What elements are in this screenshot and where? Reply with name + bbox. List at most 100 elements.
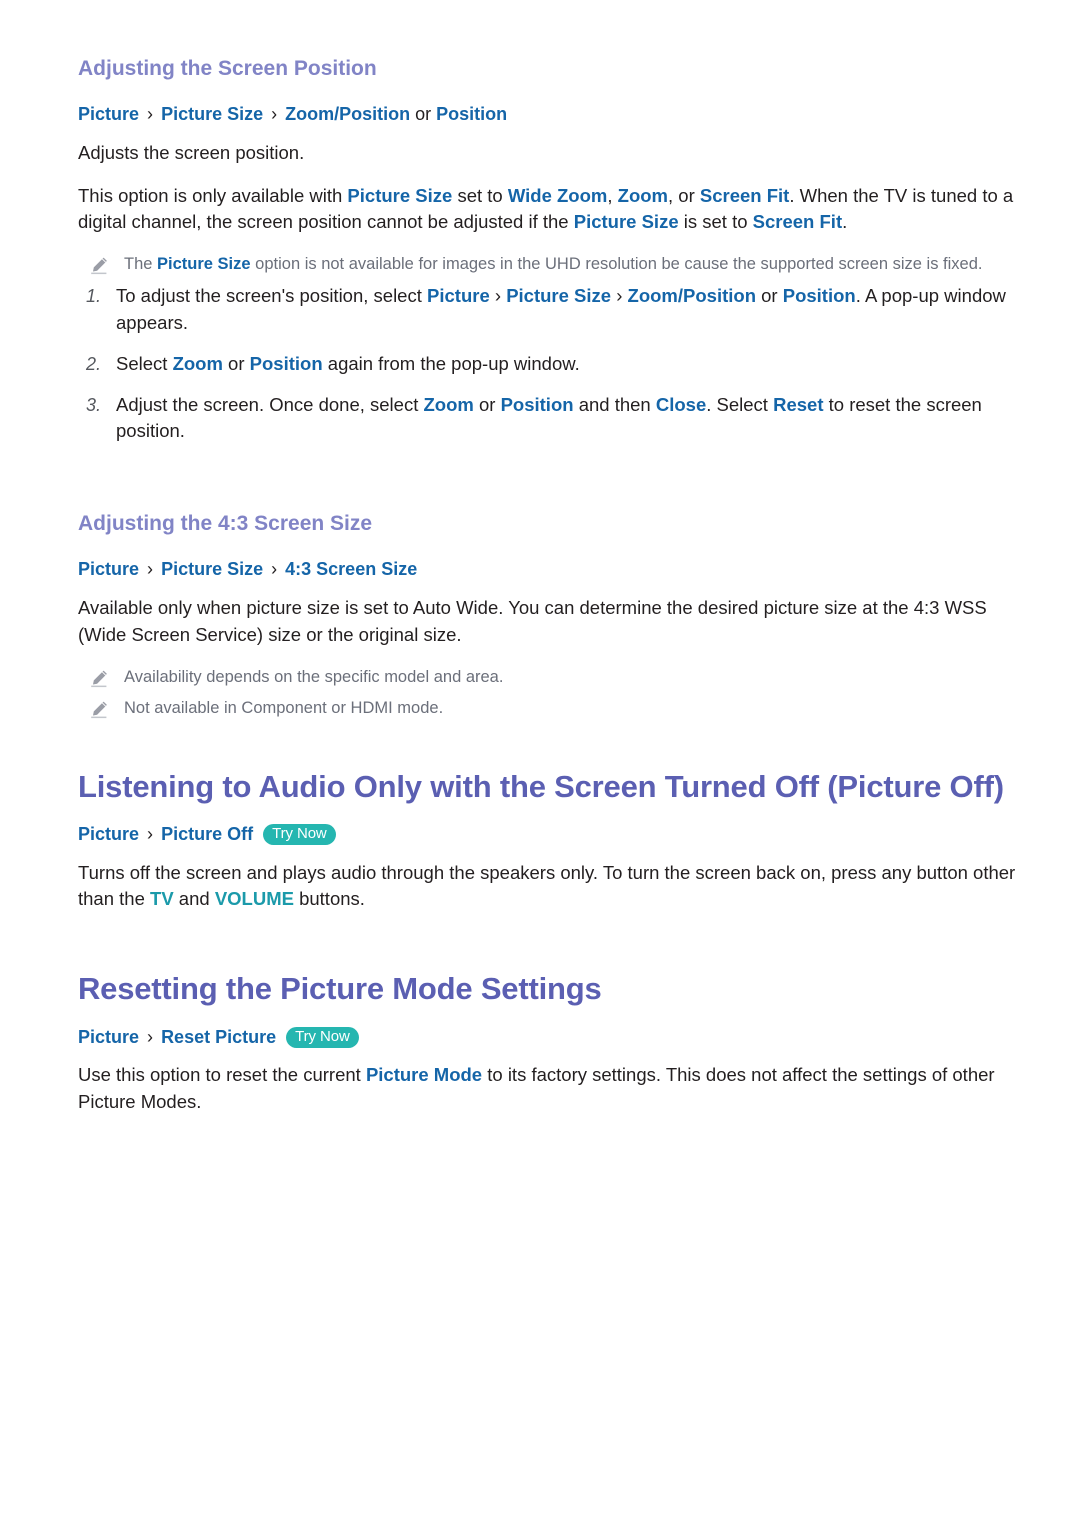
inline-link[interactable]: Zoom [423,394,473,415]
breadcrumb-item-zoom-position[interactable]: Zoom/Position [285,104,410,124]
paragraph-auto-wide-description: Available only when picture size is set … [78,595,1018,649]
inline-text: Not available in Component or HDMI mode. [124,698,444,717]
manual-page: Adjusting the Screen Position Picture › … [0,0,1080,1527]
inline-link[interactable]: Wide Zoom [508,185,608,206]
inline-text: is set to [678,211,753,233]
section-heading-listening-audio-only: Listening to Audio Only with the Screen … [78,768,1004,804]
step-number: 3. [86,394,102,415]
inline-accent-term: TV [150,888,174,910]
breadcrumb-picture-size-43-screen-size[interactable]: Picture › Picture Size › 4:3 Screen Size [78,558,1018,581]
paragraph-reset-picture-description: Use this option to reset the current Pic… [78,1062,1018,1116]
breadcrumb-separator-icon: › [147,824,154,845]
inline-link[interactable]: Zoom [618,185,668,206]
breadcrumb-conjunction: or [415,104,437,125]
inline-link[interactable]: Zoom/Position [628,285,756,306]
breadcrumb-item-picture[interactable]: Picture [78,104,139,124]
inline-text: The [124,255,158,274]
breadcrumb-separator-icon: › [147,1026,154,1047]
inline-link[interactable]: Picture [427,285,490,306]
inline-text: Select [116,352,173,374]
step-number: 1. [86,286,102,307]
breadcrumb-item-picture-size[interactable]: Picture Size [161,559,263,579]
inline-link[interactable]: Screen Fit [753,211,842,232]
note-component-hdmi: Not available in Component or HDMI mode. [78,696,1018,721]
paragraph-picture-off-description: Turns off the screen and plays audio thr… [78,860,1018,914]
breadcrumb-separator-icon: › [147,104,154,125]
breadcrumb-separator-icon: › [271,559,278,580]
inline-text: This option is only available with [78,184,348,206]
inline-link[interactable]: Reset [773,394,823,415]
step-text: To adjust the screen's position, select … [116,283,1018,337]
try-now-badge[interactable]: Try Now [286,1026,359,1048]
inline-separator-icon: › [489,285,507,307]
note-text: Not available in Component or HDMI mode. [124,696,443,721]
inline-text: To adjust the screen's position, select [116,285,428,307]
inline-link[interactable]: Position [250,353,323,374]
inline-text: . Select [706,393,774,415]
inline-link[interactable]: Picture Size [157,255,251,273]
breadcrumb-item-picture-size[interactable]: Picture Size [161,104,263,124]
breadcrumb-item-picture-off[interactable]: Picture Off [161,824,253,844]
breadcrumb-item-reset-picture[interactable]: Reset Picture [161,1027,276,1047]
list-item: 2. Select Zoom or Position again from th… [78,351,1018,378]
step-text: Adjust the screen. Once done, select Zoo… [116,392,1018,446]
try-now-badge[interactable]: Try Now [263,824,336,845]
pencil-note-icon [88,668,110,690]
breadcrumb-item-picture[interactable]: Picture [78,559,139,579]
steps-list-adjust-position: 1. To adjust the screen's position, sele… [78,283,1018,445]
breadcrumb-item-picture[interactable]: Picture [78,1027,139,1047]
inline-link[interactable]: Close [656,394,706,415]
step-number: 2. [86,353,102,374]
inline-link[interactable]: Position [501,394,574,415]
breadcrumb-separator-icon: › [271,104,278,125]
step-text: Select Zoom or Position again from the p… [116,351,580,378]
section-heading-adjusting-43-screen-size: Adjusting the 4:3 Screen Size [78,512,373,536]
inline-text: or [756,285,783,307]
note-availability-model-area: Availability depends on the specific mod… [78,665,1018,690]
breadcrumb-item-position[interactable]: Position [436,104,507,124]
inline-link[interactable]: Picture Mode [366,1064,482,1085]
inline-link[interactable]: Picture Size [574,211,679,232]
inline-link[interactable]: Picture Size [347,185,452,206]
inline-link[interactable]: Zoom [173,353,223,374]
paragraph-availability-conditions: This option is only available with Pictu… [78,183,1018,237]
inline-text: or [473,393,501,415]
breadcrumb-item-43-screen-size[interactable]: 4:3 Screen Size [285,559,417,579]
inline-text: , or [668,184,700,206]
breadcrumb-picture-picture-off[interactable]: Picture › Picture Off Try Now [78,823,1018,846]
breadcrumb-separator-icon: › [147,559,154,580]
note-text: Availability depends on the specific mod… [124,665,503,690]
inline-text: Use this option to reset the current [78,1064,366,1086]
inline-link[interactable]: Screen Fit [700,185,789,206]
inline-text: or [222,352,250,374]
inline-accent-term: VOLUME [214,888,294,910]
note-uhd-resolution: The Picture Size option is not available… [78,252,1018,277]
inline-link[interactable]: Picture Size [506,285,611,306]
paragraph-adjusts-screen-position: Adjusts the screen position. [78,140,1018,167]
inline-text: Adjusts the screen position. [78,141,305,163]
inline-text: , [607,184,618,206]
pencil-note-icon [88,699,110,721]
pencil-note-icon [88,255,110,277]
inline-text: and [173,888,215,910]
inline-text: again from the pop-up window. [322,352,580,374]
inline-text: buttons. [293,888,365,910]
inline-link[interactable]: Position [783,285,856,306]
breadcrumb-picture-reset-picture[interactable]: Picture › Reset Picture Try Now [78,1026,1018,1049]
note-text: The Picture Size option is not available… [124,252,982,277]
inline-text: Adjust the screen. Once done, select [116,393,424,415]
inline-text: set to [452,184,508,206]
section-heading-resetting-picture-mode: Resetting the Picture Mode Settings [78,971,602,1007]
list-item: 3. Adjust the screen. Once done, select … [78,392,1018,446]
inline-text: and then [573,393,656,415]
inline-separator-icon: › [611,285,628,307]
inline-text: option is not available for images in th… [250,255,983,274]
inline-text: Availability depends on the specific mod… [124,667,504,686]
breadcrumb-item-picture[interactable]: Picture [78,824,139,844]
inline-text: Available only when picture size is set … [78,596,987,645]
breadcrumb-picture-size-zoom-position[interactable]: Picture › Picture Size › Zoom/Position o… [78,103,1018,126]
inline-text: . [842,211,848,233]
